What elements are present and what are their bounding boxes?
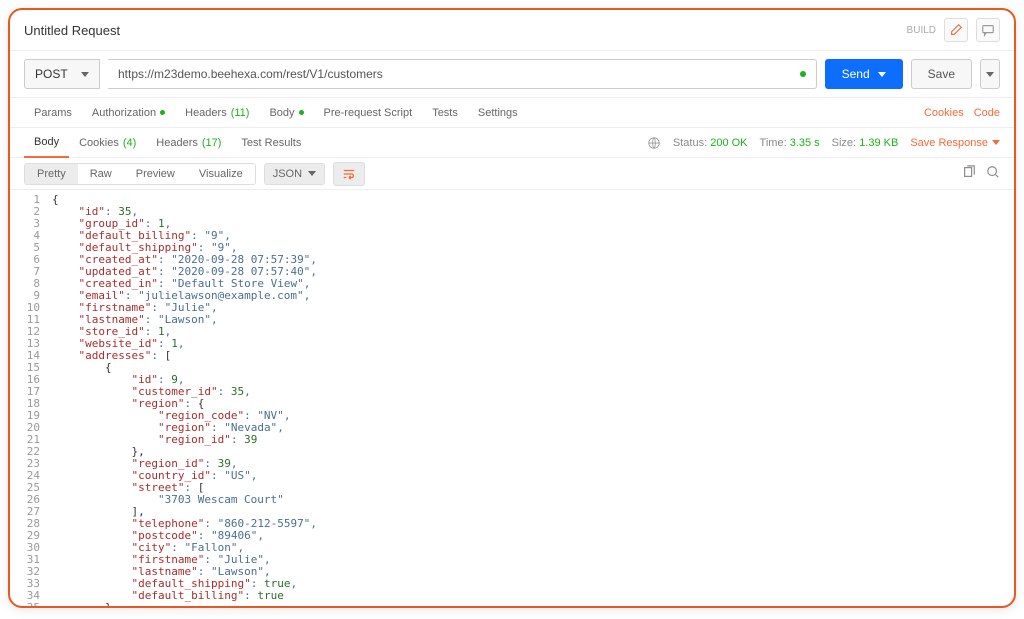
response-body[interactable]: 1{2 "id": 35,3 "group_id": 1,4 "default_… <box>10 190 1014 606</box>
tab-resp-body[interactable]: Body <box>24 129 69 158</box>
dot-indicator <box>299 110 304 115</box>
globe-icon <box>647 136 661 150</box>
response-toolbar: Pretty Raw Preview Visualize JSON <box>10 158 1014 190</box>
wrap-icon[interactable] <box>333 162 365 186</box>
tab-prerequest[interactable]: Pre-request Script <box>314 98 423 127</box>
save-button[interactable]: Save <box>911 59 972 89</box>
code-link[interactable]: Code <box>974 107 1000 119</box>
postman-window: Untitled Request BUILD POST https://m23d… <box>8 8 1016 608</box>
size-label: Size: 1.39 KB <box>832 137 899 149</box>
tab-tests[interactable]: Tests <box>422 98 468 127</box>
tab-settings[interactable]: Settings <box>468 98 528 127</box>
code-line: 35 } <box>10 602 1014 606</box>
method-select[interactable]: POST <box>24 59 100 89</box>
save-response[interactable]: Save Response <box>910 137 1000 149</box>
build-label: BUILD <box>907 25 936 36</box>
status-dot <box>800 71 806 77</box>
code-line: 26 "3703 Wescam Court" <box>10 494 1014 506</box>
chevron-down-icon <box>81 72 89 77</box>
cookies-link[interactable]: Cookies <box>924 107 964 119</box>
request-tabs: Params Authorization Headers (11) Body P… <box>10 98 1014 128</box>
chevron-down-icon <box>878 72 886 77</box>
code-line: 14 "addresses": [ <box>10 350 1014 362</box>
comment-icon[interactable] <box>976 18 1000 42</box>
request-title: Untitled Request <box>24 23 120 38</box>
tab-params[interactable]: Params <box>24 98 82 127</box>
chevron-down-icon <box>986 72 994 77</box>
tab-headers[interactable]: Headers (11) <box>175 98 259 127</box>
view-mode-group: Pretty Raw Preview Visualize <box>24 163 256 185</box>
visualize-button[interactable]: Visualize <box>187 164 255 184</box>
tab-resp-cookies[interactable]: Cookies (4) <box>69 128 146 157</box>
response-tabs: Body Cookies (4) Headers (17) Test Resul… <box>10 128 1014 158</box>
save-dropdown[interactable] <box>980 59 1000 89</box>
url-text: https://m23demo.beehexa.com/rest/V1/cust… <box>118 67 383 81</box>
chevron-down-icon <box>308 171 316 176</box>
method-value: POST <box>35 67 68 81</box>
tab-resp-testresults[interactable]: Test Results <box>231 128 311 157</box>
code-line: 1{ <box>10 194 1014 206</box>
preview-button[interactable]: Preview <box>124 164 187 184</box>
format-select[interactable]: JSON <box>264 163 325 185</box>
send-button[interactable]: Send <box>825 59 903 89</box>
tab-authorization[interactable]: Authorization <box>82 98 175 127</box>
tab-body[interactable]: Body <box>259 98 313 127</box>
copy-icon[interactable] <box>962 165 976 182</box>
code-line: 34 "default_billing": true <box>10 590 1014 602</box>
chevron-down-icon <box>992 140 1000 145</box>
url-input[interactable]: https://m23demo.beehexa.com/rest/V1/cust… <box>108 59 817 89</box>
raw-button[interactable]: Raw <box>78 164 124 184</box>
edit-icon[interactable] <box>944 18 968 42</box>
dot-indicator <box>160 110 165 115</box>
time-label: Time: 3.35 s <box>760 137 820 149</box>
titlebar: Untitled Request BUILD <box>10 10 1014 51</box>
status-label: Status: 200 OK <box>673 137 748 149</box>
request-bar: POST https://m23demo.beehexa.com/rest/V1… <box>10 51 1014 98</box>
code-line: 21 "region_id": 39 <box>10 434 1014 446</box>
search-icon[interactable] <box>986 165 1000 182</box>
tab-resp-headers[interactable]: Headers (17) <box>146 128 231 157</box>
pretty-button[interactable]: Pretty <box>25 164 78 184</box>
